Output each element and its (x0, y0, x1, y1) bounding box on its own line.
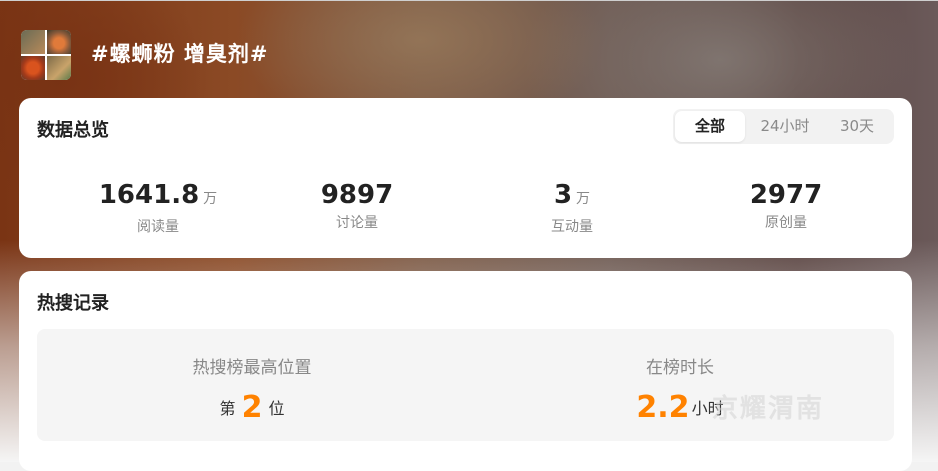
stat-original-count: 2977 原创量 (686, 180, 886, 232)
time-range-tabs: 全部 24小时 30天 (673, 109, 894, 144)
thumbnail-tile (47, 56, 71, 80)
highest-position-value-line: 第2位 (102, 390, 402, 425)
tab-30d[interactable]: 30天 (823, 111, 891, 142)
highest-position-label: 热搜榜最高位置 (192, 358, 312, 378)
thumbnail-tile (21, 56, 45, 80)
stat-interaction-count: 3万 互动量 (472, 180, 672, 236)
hot-search-title: 热搜记录 (37, 293, 109, 314)
stat-unit: 万 (576, 191, 591, 207)
rank-value: 2 (241, 390, 263, 425)
watermark: 京耀渭南 (712, 394, 825, 424)
topic-thumbnail (21, 30, 71, 80)
tab-all[interactable]: 全部 (675, 111, 745, 142)
stat-value: 9897 (320, 180, 394, 210)
stat-value: 1641.8 (98, 180, 200, 210)
stat-read-count: 1641.8 万 阅读量 (58, 180, 258, 236)
duration-value: 2.2 (636, 390, 690, 425)
overview-title: 数据总览 (37, 120, 109, 141)
tab-24h[interactable]: 24小时 (749, 111, 821, 142)
data-overview-card: 数据总览 全部 24小时 30天 1641.8 万 阅读量 9897 讨论量 3万… (19, 98, 912, 258)
stat-value: 2977 (749, 180, 823, 210)
duration-label: 在榜时长 (646, 358, 714, 378)
stat-value-line: 3万 (472, 180, 672, 214)
stat-label: 原创量 (765, 215, 807, 231)
hot-search-card: 热搜记录 热搜榜最高位置 第2位 在榜时长 2.2 小时 (19, 271, 912, 471)
highest-position-block: 热搜榜最高位置 第2位 (102, 353, 402, 425)
stat-value-line: 1641.8 万 (58, 180, 258, 214)
stat-value-line: 2977 (686, 180, 886, 210)
stat-label: 互动量 (551, 219, 593, 235)
stat-label: 阅读量 (137, 219, 179, 235)
stat-value-line: 9897 (257, 180, 457, 210)
thumbnail-tile (47, 30, 71, 54)
thumbnail-tile (21, 30, 45, 54)
top-border (0, 0, 938, 1)
stat-label: 讨论量 (336, 215, 378, 231)
rank-suffix: 位 (268, 399, 285, 418)
stat-value: 3 (553, 180, 573, 210)
topic-title: #螺蛳粉 增臭剂# (91, 42, 269, 66)
stat-unit: 万 (203, 191, 218, 207)
rank-prefix: 第 (219, 399, 236, 418)
stat-discussion-count: 9897 讨论量 (257, 180, 457, 232)
